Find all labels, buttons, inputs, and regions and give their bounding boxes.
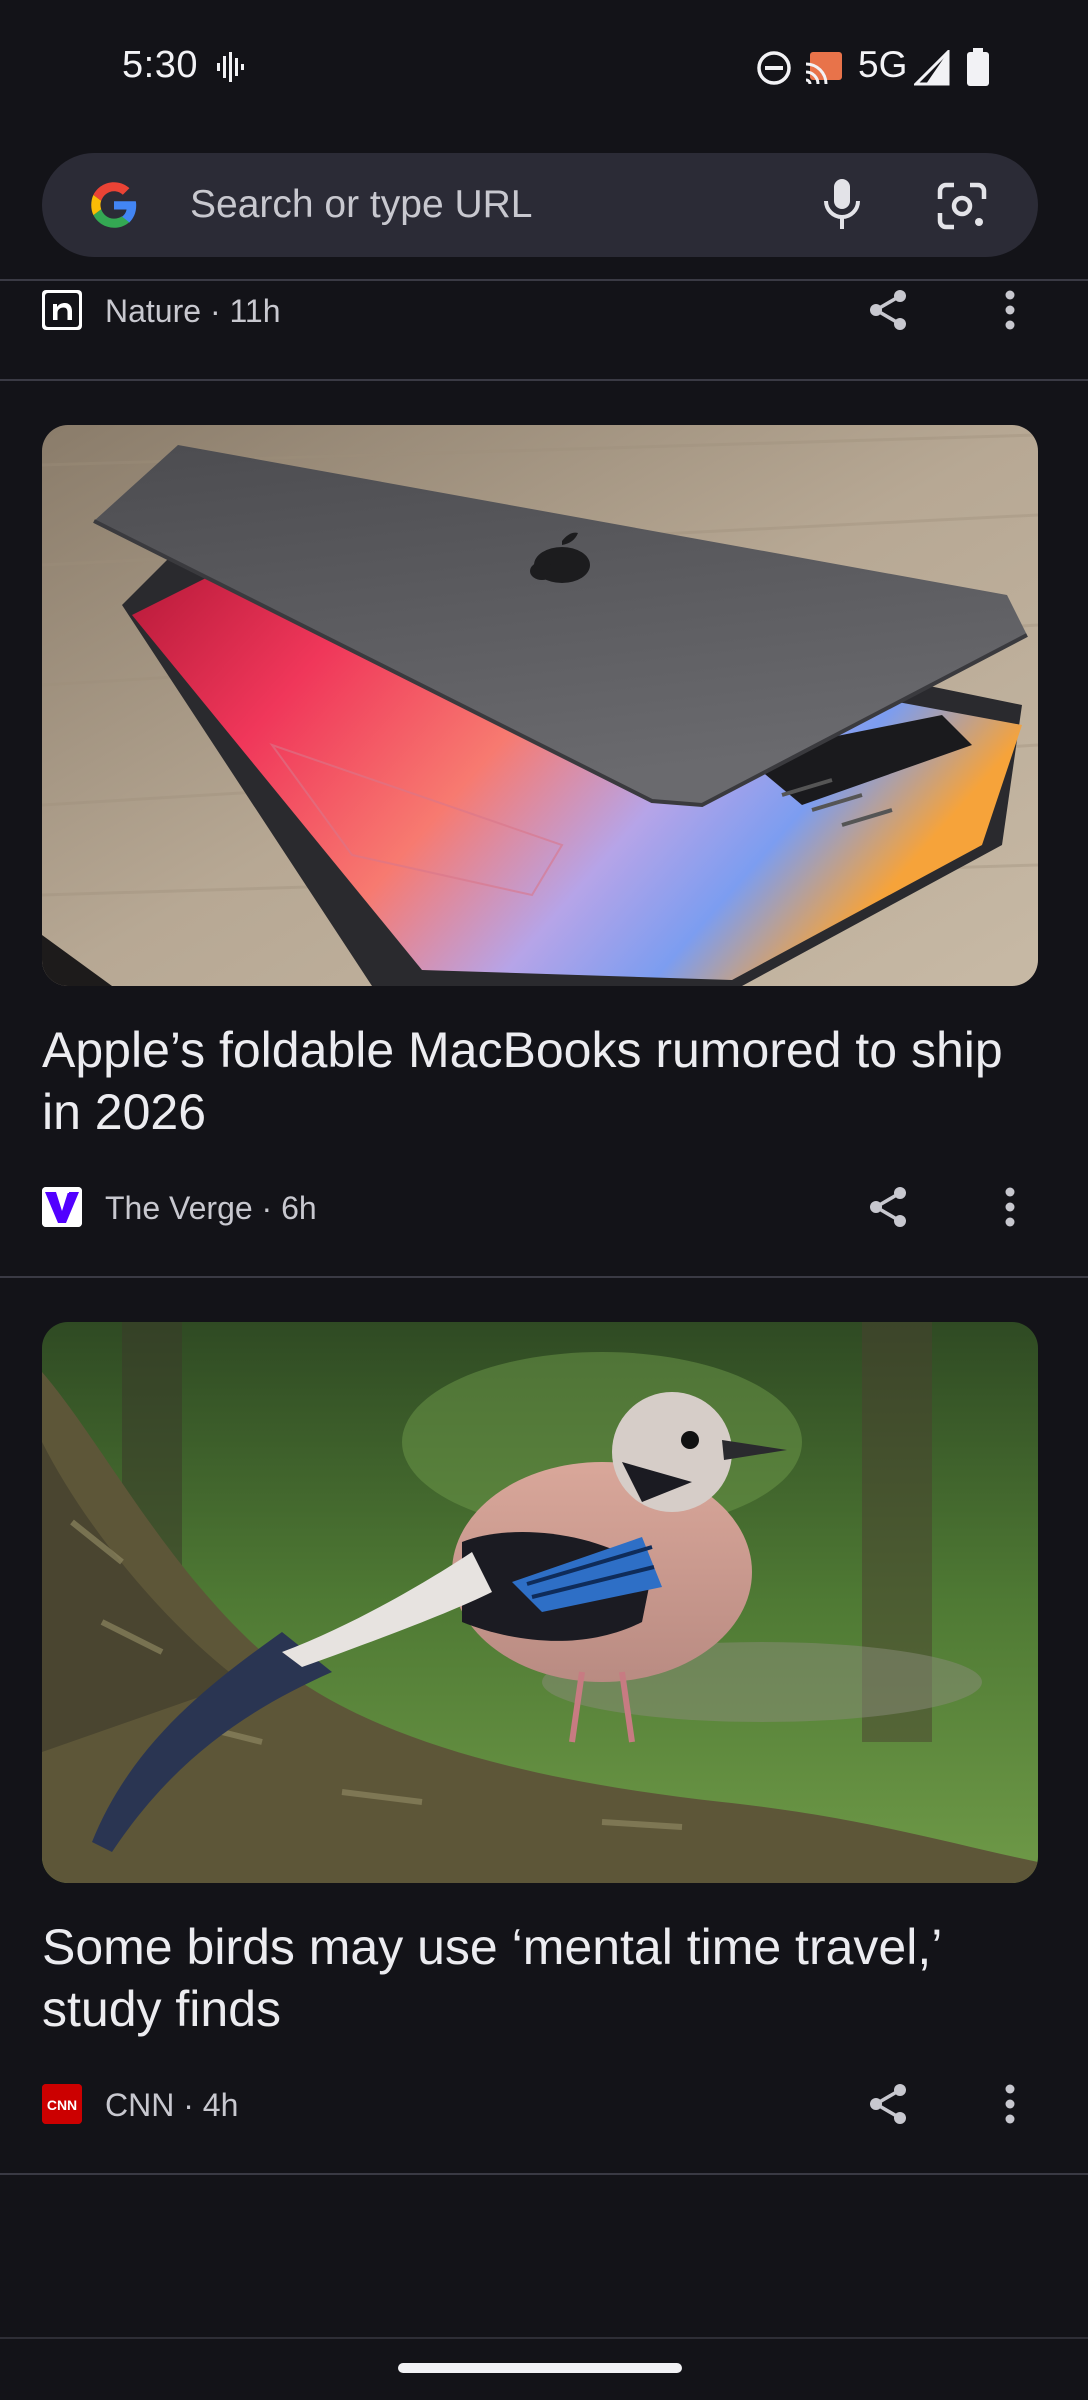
article-meta-nature: Nature · 11h [42, 288, 1046, 332]
feed-divider [0, 2173, 1088, 2175]
svg-text:CNN: CNN [47, 2097, 77, 2113]
share-icon[interactable] [864, 2080, 912, 2128]
laptop-photo [42, 425, 1038, 986]
navigation-bar-rule [0, 2337, 1088, 2339]
article-title-macbook[interactable]: Apple’s foldable MacBooks rumored to shi… [42, 1019, 1042, 1143]
more-options-icon[interactable] [992, 286, 1028, 334]
more-options-icon[interactable] [992, 2080, 1028, 2128]
search-divider [0, 279, 1088, 281]
search-input[interactable]: Search or type URL [190, 183, 533, 227]
article-image-macbook[interactable] [42, 425, 1038, 986]
status-time: 5:30 [122, 44, 198, 86]
nature-logo [42, 290, 82, 330]
home-indicator[interactable] [398, 2363, 682, 2373]
article-source-time: CNN · 4h [105, 2087, 239, 2123]
lens-camera-icon[interactable] [936, 181, 988, 231]
feed-divider [0, 379, 1088, 381]
article-title-birds[interactable]: Some birds may use ‘mental time travel,’… [42, 1916, 1042, 2040]
feed-divider [0, 1276, 1088, 1278]
cnn-logo: CNN [42, 2084, 82, 2124]
share-icon[interactable] [864, 286, 912, 334]
more-options-icon[interactable] [992, 1183, 1028, 1231]
article-source-time: The Verge · 6h [105, 1190, 317, 1226]
do-not-disturb-icon [757, 51, 791, 85]
article-image-bird[interactable] [42, 1322, 1038, 1883]
cnn-logo-mark: CNN [42, 2084, 82, 2124]
cast-icon [805, 52, 842, 84]
verge-logo-mark [42, 1187, 82, 1227]
google-logo [91, 182, 137, 228]
bird-photo [42, 1322, 1038, 1883]
article-meta-verge: The Verge · 6h [42, 1185, 1046, 1229]
share-icon[interactable] [864, 1183, 912, 1231]
sound-wave-icon [217, 52, 244, 82]
article-source-time: Nature · 11h [105, 293, 281, 329]
network-type: 5G [858, 44, 908, 85]
verge-logo [42, 1187, 82, 1227]
status-bar: 5:30 5G [0, 0, 1088, 140]
search-bar[interactable]: Search or type URL [42, 153, 1038, 257]
microphone-icon[interactable] [820, 177, 864, 233]
battery-icon [967, 48, 989, 86]
nature-logo-mark [45, 293, 79, 327]
signal-icon [914, 50, 950, 86]
article-meta-cnn: CNN CNN · 4h [42, 2082, 1046, 2126]
